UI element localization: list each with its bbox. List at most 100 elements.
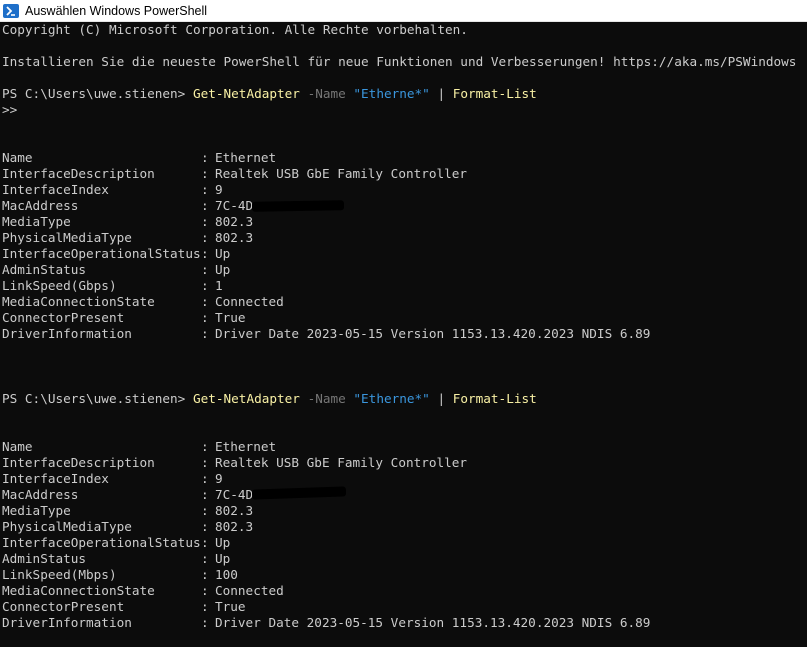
property-value: Up	[215, 551, 231, 566]
property-name: MediaConnectionState	[2, 583, 155, 598]
property-name: PhysicalMediaType	[2, 230, 132, 245]
property-name: PhysicalMediaType	[2, 519, 132, 534]
property-separator: :	[201, 326, 209, 341]
property-separator: :	[201, 150, 209, 165]
property-row: MediaConnectionState: Connected	[2, 583, 802, 599]
property-value: Up	[215, 246, 231, 261]
property-separator: :	[201, 599, 209, 614]
property-row: LinkSpeed(Gbps):1	[2, 278, 802, 294]
property-name: InterfaceIndex	[2, 471, 109, 486]
property-value: Realtek USB GbE Family Controller	[215, 455, 468, 470]
property-name: InterfaceDescription	[2, 166, 155, 181]
property-row: InterfaceIndex:9	[2, 471, 802, 487]
prompt: PS C:\Users\uwe.stienen>	[2, 86, 193, 101]
property-separator: :	[201, 519, 209, 534]
property-name: DriverInformation	[2, 615, 132, 630]
property-name: ConnectorPresent	[2, 310, 125, 325]
property-row: MediaType:802.3	[2, 503, 802, 519]
property-row: MacAddress:7C-4D	[2, 486, 802, 503]
property-separator: :	[201, 487, 209, 502]
property-separator: :	[201, 278, 209, 293]
property-row: MediaType:802.3	[2, 214, 802, 230]
property-name: DriverInformation	[2, 326, 132, 341]
param-name: -Name	[307, 391, 346, 406]
property-name: MediaConnectionState	[2, 294, 155, 309]
property-row: LinkSpeed(Mbps):100	[2, 567, 802, 583]
console-output[interactable]: Copyright (C) Microsoft Corporation. All…	[0, 22, 807, 647]
property-separator: :	[201, 503, 209, 518]
property-value: Driver Date 2023-05-15 Version 1153.13.4…	[215, 615, 651, 630]
property-separator: :	[201, 535, 209, 550]
property-row: ConnectorPresent: True	[2, 599, 802, 615]
param-name: -Name	[307, 86, 346, 101]
property-row: InterfaceOperationalStatus: Up	[2, 246, 802, 262]
property-name: MacAddress	[2, 198, 79, 213]
property-name: InterfaceIndex	[2, 182, 109, 197]
property-value: Ethernet	[215, 150, 277, 165]
property-value: True	[215, 310, 246, 325]
property-name: InterfaceOperationalStatus	[2, 246, 201, 261]
property-name: MediaType	[2, 503, 71, 518]
property-value: 802.3	[215, 519, 254, 534]
property-value: 9	[215, 182, 223, 197]
property-row: ConnectorPresent: True	[2, 310, 802, 326]
property-separator: :	[201, 262, 209, 277]
property-value: 7C-4D	[215, 198, 254, 213]
property-row: InterfaceOperationalStatus: Up	[2, 535, 802, 551]
powershell-window: Auswählen Windows PowerShell Copyright (…	[0, 0, 807, 647]
property-value: Connected	[215, 294, 284, 309]
property-name: Name	[2, 150, 33, 165]
property-value: Up	[215, 535, 231, 550]
property-separator: :	[201, 182, 209, 197]
cmdlet: Get-NetAdapter	[192, 86, 300, 101]
property-separator: :	[201, 310, 209, 325]
property-value: 7C-4D	[215, 487, 254, 502]
property-separator: :	[201, 615, 209, 630]
property-value: Ethernet	[215, 439, 277, 454]
property-separator: :	[201, 551, 209, 566]
format-cmdlet: Format-List	[452, 86, 537, 101]
property-name: MediaType	[2, 214, 71, 229]
copyright-line: Copyright (C) Microsoft Corporation. All…	[2, 22, 468, 37]
continuation-prompt: >>	[2, 102, 18, 117]
property-value: Realtek USB GbE Family Controller	[215, 166, 468, 181]
property-row: PhysicalMediaType:802.3	[2, 230, 802, 246]
property-name: Name	[2, 439, 33, 454]
property-value: 802.3	[215, 230, 254, 245]
install-notice-line: Installieren Sie die neueste PowerShell …	[2, 54, 797, 69]
cmdlet: Get-NetAdapter	[192, 391, 300, 406]
property-separator: :	[201, 246, 209, 261]
property-row: DriverInformation: Driver Date 2023-05-15…	[2, 615, 802, 631]
property-value: True	[215, 599, 246, 614]
window-title: Auswählen Windows PowerShell	[25, 3, 208, 18]
property-separator: :	[201, 294, 209, 309]
property-row: InterfaceDescription: Realtek USB GbE Fam…	[2, 455, 802, 471]
property-separator: :	[201, 471, 209, 486]
powershell-icon	[3, 3, 19, 18]
property-row: MacAddress:7C-4D	[2, 198, 802, 214]
property-value: Up	[215, 262, 231, 277]
pipe-symbol: |	[437, 86, 446, 101]
property-separator: :	[201, 214, 209, 229]
property-name: LinkSpeed(Mbps)	[2, 567, 117, 582]
property-value: 100	[215, 567, 238, 582]
property-row: InterfaceIndex:9	[2, 182, 802, 198]
property-name: InterfaceDescription	[2, 455, 155, 470]
format-cmdlet: Format-List	[452, 391, 537, 406]
property-value: 1	[215, 278, 223, 293]
property-separator: :	[201, 230, 209, 245]
property-separator: :	[201, 439, 209, 454]
prompt: PS C:\Users\uwe.stienen>	[2, 391, 193, 406]
property-separator: :	[201, 166, 209, 181]
property-separator: :	[201, 567, 209, 582]
mac-address-redaction	[251, 200, 345, 212]
pipe-symbol: |	[437, 391, 446, 406]
property-row: DriverInformation: Driver Date 2023-05-15…	[2, 326, 802, 342]
param-value: "Etherne*"	[353, 391, 430, 406]
title-bar[interactable]: Auswählen Windows PowerShell	[0, 0, 807, 22]
property-value: Driver Date 2023-05-15 Version 1153.13.4…	[215, 326, 651, 341]
property-value: 802.3	[215, 214, 254, 229]
property-name: MacAddress	[2, 487, 79, 502]
property-value: 802.3	[215, 503, 254, 518]
property-name: LinkSpeed(Gbps)	[2, 278, 117, 293]
